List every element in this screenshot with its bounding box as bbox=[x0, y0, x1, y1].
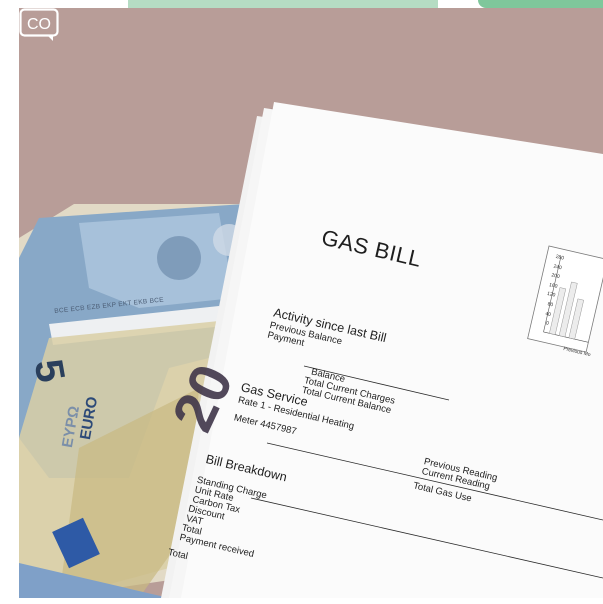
top-banner-light bbox=[128, 0, 438, 8]
logo-icon: CO bbox=[19, 8, 59, 41]
note-portrait bbox=[157, 236, 201, 280]
photo: CO GAS BILL Activity since last Bill Pre… bbox=[19, 8, 603, 598]
photo-scene bbox=[19, 8, 603, 598]
top-banner-dark bbox=[478, 0, 603, 8]
logo-text: CO bbox=[27, 16, 51, 33]
